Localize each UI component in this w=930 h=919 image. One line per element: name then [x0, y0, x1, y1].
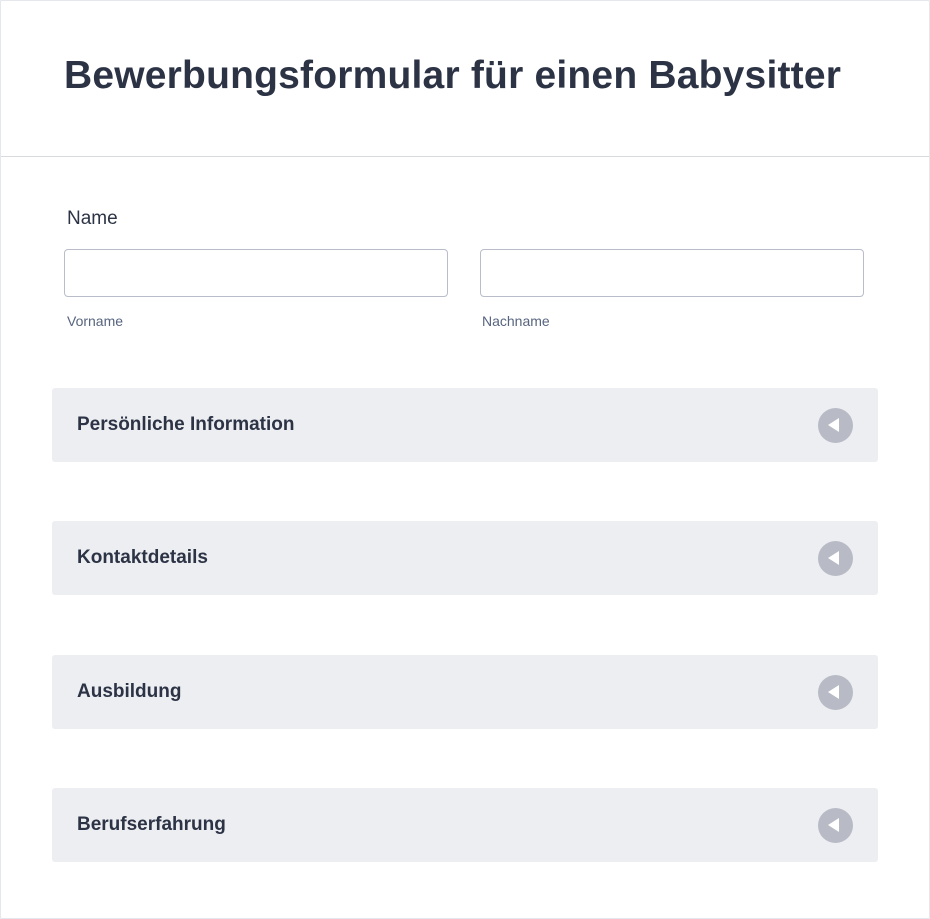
- form-card: Bewerbungsformular für einen Babysitter …: [0, 0, 930, 919]
- section-work-experience[interactable]: Berufserfahrung: [52, 788, 878, 862]
- section-education[interactable]: Ausbildung: [52, 655, 878, 729]
- section-personal-information[interactable]: Persönliche Information: [52, 388, 878, 462]
- form-header: Bewerbungsformular für einen Babysitter: [1, 1, 929, 157]
- chevron-left-circle-icon[interactable]: [818, 408, 853, 443]
- last-name-sublabel: Nachname: [482, 313, 550, 329]
- section-title: Persönliche Information: [77, 414, 295, 435]
- section-title: Kontaktdetails: [77, 547, 208, 568]
- section-contact-details[interactable]: Kontaktdetails: [52, 521, 878, 595]
- section-title: Ausbildung: [77, 681, 182, 702]
- last-name-input[interactable]: [480, 249, 864, 297]
- chevron-left-circle-icon[interactable]: [818, 541, 853, 576]
- chevron-left-circle-icon[interactable]: [818, 808, 853, 843]
- first-name-sublabel: Vorname: [67, 313, 124, 329]
- first-name-input[interactable]: [64, 249, 448, 297]
- name-field-label: Name: [67, 208, 118, 229]
- section-title: Berufserfahrung: [77, 814, 226, 835]
- chevron-left-circle-icon[interactable]: [818, 675, 853, 710]
- page-title: Bewerbungsformular für einen Babysitter: [64, 54, 842, 97]
